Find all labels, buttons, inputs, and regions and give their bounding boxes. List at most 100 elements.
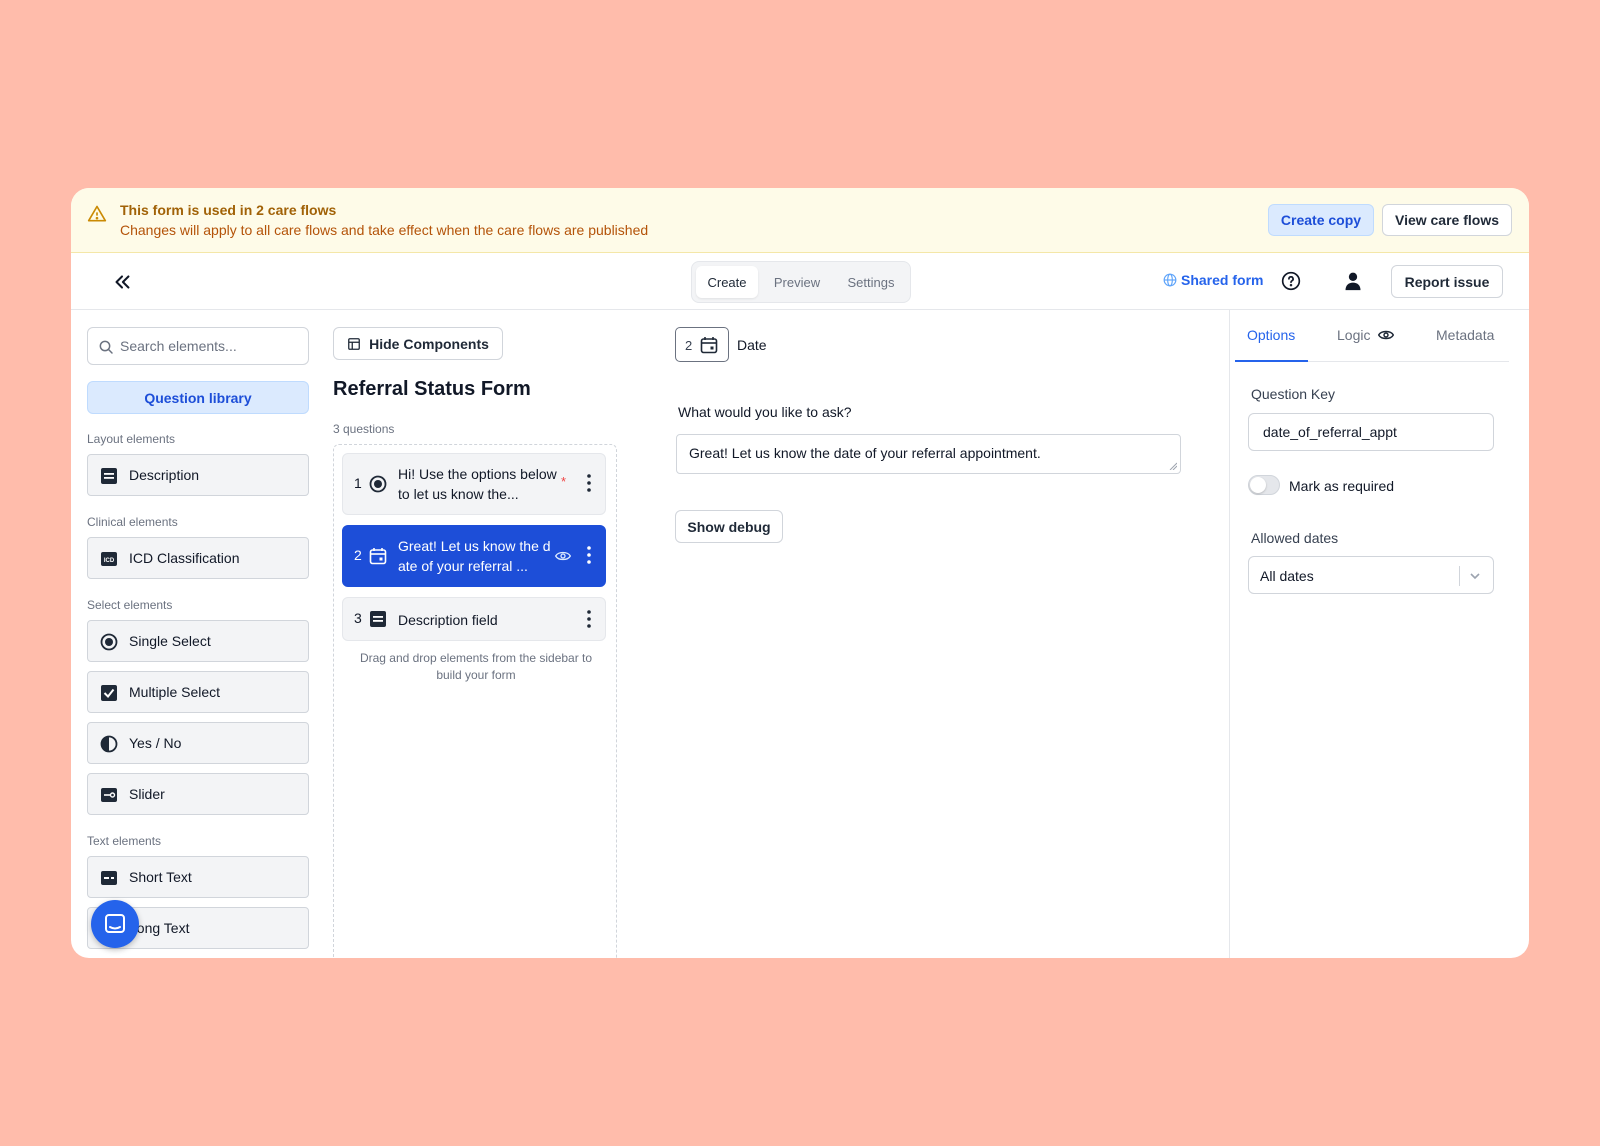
collapse-sidebar-icon[interactable] [111,271,133,293]
tab-preview[interactable]: Preview [764,266,830,298]
element-label: Single Select [129,633,211,649]
svg-text:ICD: ICD [104,558,115,564]
more-options-icon[interactable] [587,610,591,628]
select-separator [1459,566,1460,586]
toggle-knob [1250,477,1266,493]
section-label-text: Text elements [87,834,162,848]
chevron-down-icon [1470,573,1480,580]
warning-banner: This form is used in 2 care flows Change… [71,188,1529,253]
tab-metadata[interactable]: Metadata [1436,327,1494,343]
properties-panel: Options Logic Metadata Question Key date… [1229,310,1529,958]
tab-options[interactable]: Options [1247,327,1295,343]
allowed-dates-select[interactable]: All dates [1248,556,1494,594]
question-textarea[interactable]: Great! Let us know the date of your refe… [676,434,1181,474]
radio-icon [369,475,387,493]
description-icon [370,611,386,627]
search-input[interactable] [120,328,300,364]
mark-required-toggle[interactable] [1248,475,1280,495]
calendar-icon [369,548,387,565]
question-number: 2 [354,547,362,563]
element-single-select[interactable]: Single Select [87,620,309,662]
question-text-line: to let us know the... [398,486,519,502]
allowed-dates-label: Allowed dates [1251,530,1339,546]
allowed-dates-value: All dates [1260,568,1314,584]
description-icon [101,468,117,484]
section-label-clinical: Clinical elements [87,515,178,529]
icd-icon: ICD [101,552,117,566]
tab-logic[interactable]: Logic [1337,327,1395,343]
banner-title: This form is used in 2 care flows [120,202,337,218]
eye-icon [1378,330,1395,340]
slider-icon [101,788,117,802]
eye-icon[interactable] [555,548,571,564]
question-number: 1 [354,475,362,491]
question-library-button[interactable]: Question library [87,381,309,414]
banner-subtitle: Changes will apply to all care flows and… [120,222,649,238]
checkbox-icon [101,685,117,701]
view-care-flows-button[interactable]: View care flows [1382,204,1512,236]
element-description[interactable]: Description [87,454,309,496]
chat-icon [105,914,125,933]
show-debug-button[interactable]: Show debug [675,510,783,543]
search-elements [87,327,309,365]
tab-create[interactable]: Create [696,266,758,298]
app-window: This form is used in 2 care flows Change… [71,188,1529,958]
active-tab-indicator [1235,360,1308,362]
tab-logic-label: Logic [1337,327,1371,343]
tab-settings[interactable]: Settings [838,266,904,298]
more-options-icon[interactable] [587,474,591,492]
question-text: Great! Let us know the d ate of your ref… [398,536,558,576]
more-options-icon[interactable] [587,546,591,564]
element-yes-no[interactable]: Yes / No [87,722,309,764]
question-type-badge: 2 [675,327,729,362]
question-item-1[interactable]: 1 Hi! Use the options below to let us kn… [342,453,606,515]
short-text-icon [101,871,117,885]
question-key-label: Question Key [1251,386,1336,402]
question-list [333,444,617,958]
question-item-3[interactable]: 3 Description field [342,597,606,641]
shared-form-link[interactable]: Shared form [1163,272,1263,288]
create-copy-button[interactable]: Create copy [1268,204,1374,236]
layout-icon [348,337,361,350]
section-label-select: Select elements [87,598,173,612]
element-label: Short Text [129,869,192,885]
element-slider[interactable]: Slider [87,773,309,815]
required-marker: * [561,474,567,489]
element-label: Yes / No [129,735,182,751]
element-icd-classification[interactable]: ICD ICD Classification [87,537,309,579]
section-label-layout: Layout elements [87,432,176,446]
resize-grip-icon[interactable] [1169,462,1177,470]
shared-form-label: Shared form [1181,272,1264,288]
globe-icon [1163,273,1177,287]
top-bar: Create Preview Settings Shared form Repo… [71,253,1529,310]
question-text-line: Great! Let us know the d [398,538,551,554]
element-label: Description [129,467,200,483]
element-label: ICD Classification [129,550,240,566]
radio-icon [100,633,118,651]
chat-support-button[interactable] [91,900,139,948]
hide-components-label: Hide Components [369,335,489,352]
question-text: Description field [398,612,498,628]
mode-tabs: Create Preview Settings [691,261,911,303]
question-textarea-value: Great! Let us know the date of your refe… [689,445,1041,461]
hide-components-button[interactable]: Hide Components [333,327,503,360]
element-label: Multiple Select [129,684,221,700]
element-short-text[interactable]: Short Text [87,856,309,898]
element-multiple-select[interactable]: Multiple Select [87,671,309,713]
half-circle-icon [100,735,118,753]
question-item-2[interactable]: 2 Great! Let us know the d ate of your r… [342,525,606,587]
question-key-input[interactable]: date_of_referral_appt [1248,413,1494,451]
badge-number: 2 [685,338,693,353]
help-icon[interactable] [1281,271,1301,291]
warning-triangle-icon [87,205,107,222]
question-number: 3 [354,610,362,626]
element-label: Slider [129,786,165,802]
calendar-icon [700,337,718,354]
form-title: Referral Status Form [333,378,531,400]
drag-drop-hint: Drag and drop elements from the sidebar … [359,651,593,682]
search-icon [99,340,113,354]
report-issue-button[interactable]: Report issue [1391,265,1503,298]
question-type-label: Date [737,337,767,353]
user-icon[interactable] [1343,271,1363,291]
question-count: 3 questions [333,422,395,436]
